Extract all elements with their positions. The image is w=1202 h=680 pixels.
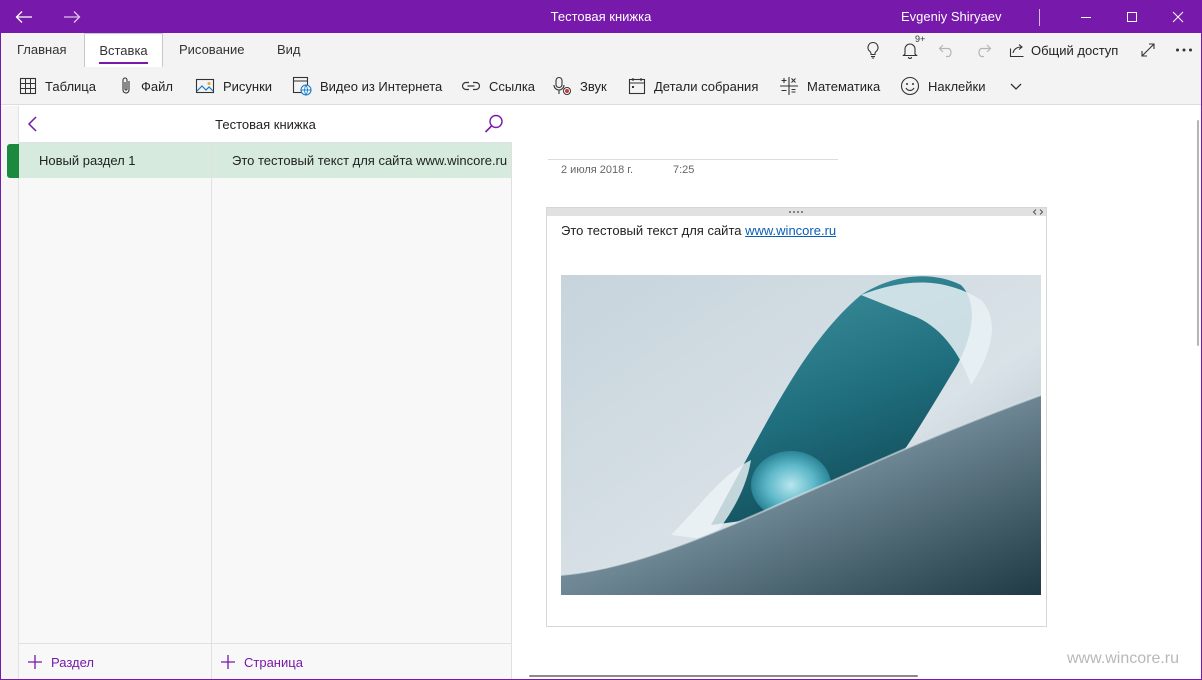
insert-ribbon: Таблица Файл Рисунки Видео из Интернета … xyxy=(1,67,1201,105)
microphone-icon xyxy=(553,76,571,95)
page-time: 7:25 xyxy=(673,164,695,176)
insert-table-label: Таблица xyxy=(45,78,96,94)
container-grip[interactable] xyxy=(547,208,1046,216)
page-item[interactable]: Это тестовый текст для сайта www.wincore… xyxy=(212,143,511,178)
insert-online-video-button[interactable]: Видео из Интернета xyxy=(292,67,442,105)
drag-handle-icon xyxy=(789,211,803,213)
add-page-button[interactable]: Страница xyxy=(212,643,512,679)
insert-pictures-button[interactable]: Рисунки xyxy=(195,67,272,105)
search-button[interactable] xyxy=(484,114,504,137)
undo-button[interactable] xyxy=(936,39,958,61)
share-label: Общий доступ xyxy=(1031,42,1119,58)
title-bar: Тестовая книжка Evgeniy Shiryaev xyxy=(1,1,1201,33)
tell-me-button[interactable] xyxy=(862,39,884,61)
resize-arrows-icon xyxy=(1033,209,1043,215)
insert-file-label: Файл xyxy=(141,78,173,94)
plus-icon xyxy=(28,655,42,669)
tab-home[interactable]: Главная xyxy=(17,33,66,67)
watermark: www.wincore.ru xyxy=(1067,650,1180,667)
stickers-button[interactable]: Наклейки xyxy=(900,67,985,105)
insert-online-video-label: Видео из Интернета xyxy=(320,78,443,94)
minimize-button[interactable] xyxy=(1063,1,1109,33)
share-button[interactable]: Общий доступ xyxy=(1009,33,1118,67)
tab-view[interactable]: Вид xyxy=(277,33,301,67)
wave-photo[interactable] xyxy=(561,275,1041,595)
note-text-content: Это тестовый текст для сайта xyxy=(561,223,746,238)
pages-list: Это тестовый текст для сайта www.wincore… xyxy=(212,143,512,643)
online-video-icon xyxy=(292,76,312,96)
share-icon xyxy=(1009,44,1024,58)
lightbulb-icon xyxy=(867,41,879,59)
page-date: 2 июля 2018 г. xyxy=(561,164,634,176)
add-section-button[interactable]: Раздел xyxy=(19,643,212,679)
ribbon-tabs: Главная Вставка Рисование Вид 9+ Общий д… xyxy=(1,33,1201,67)
page-canvas[interactable]: 2 июля 2018 г. 7:25 Это тестовый текст д… xyxy=(513,106,1201,679)
tab-insert[interactable]: Вставка xyxy=(84,33,163,67)
meeting-details-label: Детали собрания xyxy=(654,78,759,94)
notifications-badge: 9+ xyxy=(915,34,926,44)
insert-link-label: Ссылка xyxy=(489,78,536,94)
redo-icon xyxy=(978,44,992,58)
picture-icon xyxy=(195,78,215,94)
math-label: Математика xyxy=(807,78,881,94)
add-section-label: Раздел xyxy=(51,654,94,670)
insert-table-button[interactable]: Таблица xyxy=(19,67,96,105)
meeting-details-button[interactable]: Детали собрания xyxy=(628,67,758,105)
section-item[interactable]: Новый раздел 1 xyxy=(19,143,211,178)
tab-insert-label: Вставка xyxy=(99,43,148,58)
user-name[interactable]: Evgeniy Shiryaev xyxy=(901,1,1001,33)
tab-draw[interactable]: Рисование xyxy=(179,33,244,67)
notifications-button[interactable]: 9+ xyxy=(899,34,925,61)
wave-image xyxy=(561,275,1041,595)
sections-list: Новый раздел 1 xyxy=(19,143,212,643)
chevron-down-icon xyxy=(1010,83,1022,90)
insert-link-button[interactable]: Ссылка xyxy=(461,67,535,105)
note-link[interactable]: www.wincore.ru xyxy=(745,223,836,238)
horizontal-scrollbar[interactable] xyxy=(529,675,918,677)
maximize-button[interactable] xyxy=(1109,1,1155,33)
insert-audio-button[interactable]: Звук xyxy=(552,67,607,105)
fullscreen-button[interactable] xyxy=(1137,39,1159,61)
insert-file-button[interactable]: Файл xyxy=(119,67,173,105)
close-icon xyxy=(1172,11,1184,23)
note-container[interactable]: Это тестовый текст для сайта www.wincore… xyxy=(546,207,1047,627)
vertical-scrollbar[interactable] xyxy=(1197,120,1199,346)
close-button[interactable] xyxy=(1155,1,1201,33)
titlebar-divider xyxy=(1039,9,1040,26)
math-button[interactable]: Математика xyxy=(779,67,880,105)
note-text[interactable]: Это тестовый текст для сайта www.wincore… xyxy=(561,223,836,238)
math-icon xyxy=(780,77,798,95)
add-page-label: Страница xyxy=(244,654,303,670)
notebook-strip xyxy=(1,106,19,679)
stickers-label: Наклейки xyxy=(928,78,986,94)
section-color-tab xyxy=(7,144,19,178)
more-icon xyxy=(1176,48,1192,52)
insert-pictures-label: Рисунки xyxy=(223,78,273,94)
more-options-button[interactable] xyxy=(1173,39,1195,61)
page-title-line[interactable] xyxy=(548,159,838,160)
redo-button[interactable] xyxy=(972,39,994,61)
window-title: Тестовая книжка xyxy=(550,9,652,24)
maximize-icon xyxy=(1127,12,1137,22)
calendar-icon xyxy=(628,78,646,95)
undo-icon xyxy=(938,44,952,58)
sticker-icon xyxy=(900,76,920,96)
ribbon-more-button[interactable] xyxy=(1009,67,1023,105)
navigation-header: Тестовая книжка xyxy=(19,106,512,143)
insert-audio-label: Звук xyxy=(580,78,607,94)
plus-icon xyxy=(221,655,235,669)
table-icon xyxy=(19,77,37,95)
search-icon xyxy=(484,114,503,133)
expand-icon xyxy=(1141,43,1155,57)
paperclip-icon xyxy=(122,77,130,94)
minimize-icon xyxy=(1081,17,1091,18)
link-icon xyxy=(461,81,481,91)
active-tab-indicator xyxy=(99,62,148,64)
onenote-window: Тестовая книжка Evgeniy Shiryaev Главная… xyxy=(0,0,1202,680)
notebook-title[interactable]: Тестовая книжка xyxy=(19,106,512,143)
